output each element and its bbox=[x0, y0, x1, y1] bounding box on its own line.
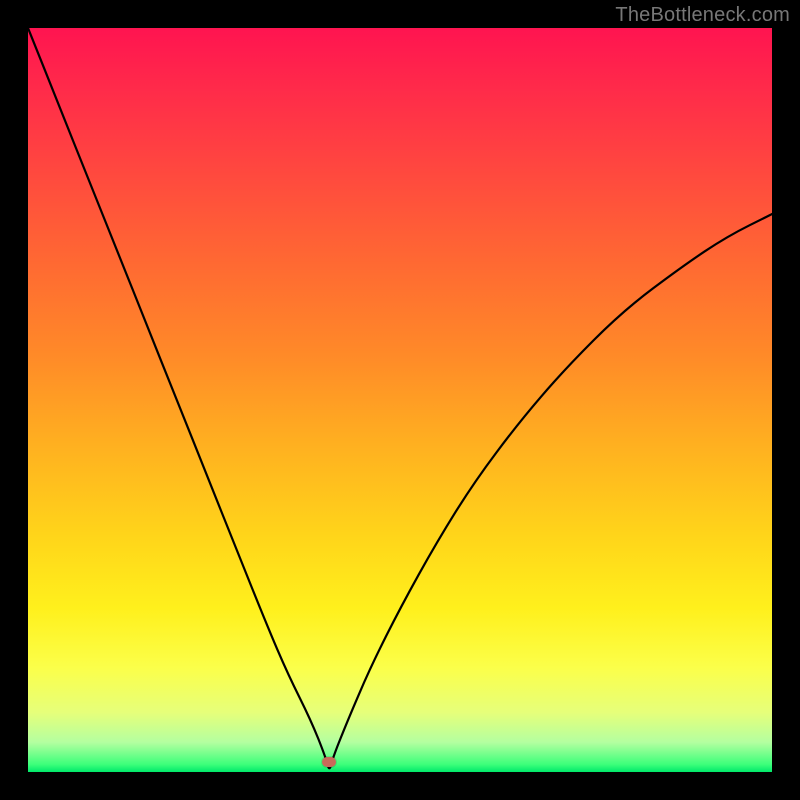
optimal-marker bbox=[322, 757, 336, 767]
chart-frame: TheBottleneck.com bbox=[0, 0, 800, 800]
curve-path bbox=[28, 28, 772, 768]
bottleneck-curve bbox=[28, 28, 772, 772]
plot-area bbox=[28, 28, 772, 772]
watermark-text: TheBottleneck.com bbox=[615, 4, 790, 27]
